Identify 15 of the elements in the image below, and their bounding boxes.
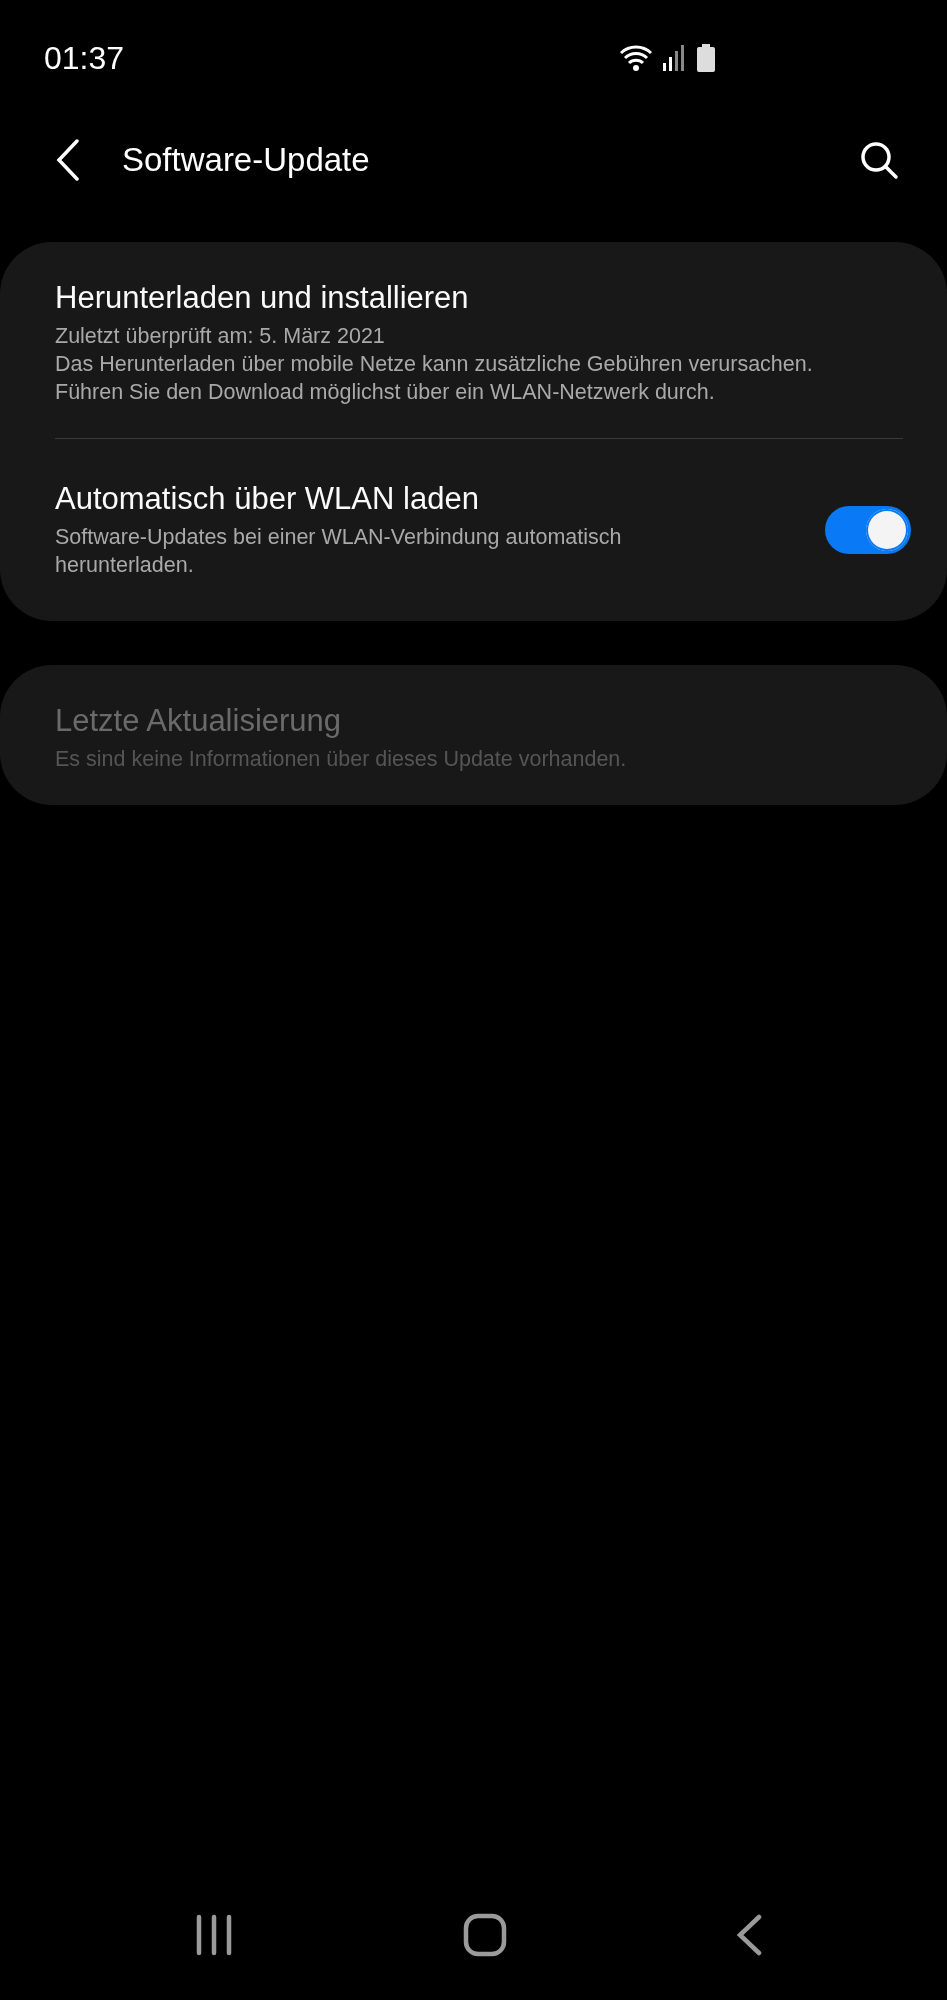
setting-description: Das Herunterladen über mobile Netze kann zusätzliche Gebühren verursachen. <box>55 351 814 378</box>
signal-icon <box>663 45 687 71</box>
setting-title: Letzte Aktualisierung <box>55 703 343 739</box>
setting-title[interactable]: Herunterladen und installieren <box>55 280 903 316</box>
setting-description: Führen Sie den Download möglichst über ein WLAN-Netzwerk durch. <box>55 379 716 406</box>
toggle-switch[interactable] <box>825 506 911 554</box>
setting-description: Zuletzt überprüft am: 5. März 2021 <box>55 323 386 350</box>
page-title: Software-Update <box>122 141 371 179</box>
setting-title[interactable]: Automatisch über WLAN laden <box>55 481 825 517</box>
setting-description: Software-Updates bei einer WLAN-Verbindung automatisch <box>55 524 623 551</box>
battery-icon <box>697 44 715 72</box>
status-time: 01:37 <box>44 39 125 77</box>
setting-description: Es sind keine Informationen über dieses Update vorhanden. <box>55 746 628 773</box>
wifi-icon <box>619 44 653 72</box>
setting-description: herunterladen. <box>55 552 195 579</box>
